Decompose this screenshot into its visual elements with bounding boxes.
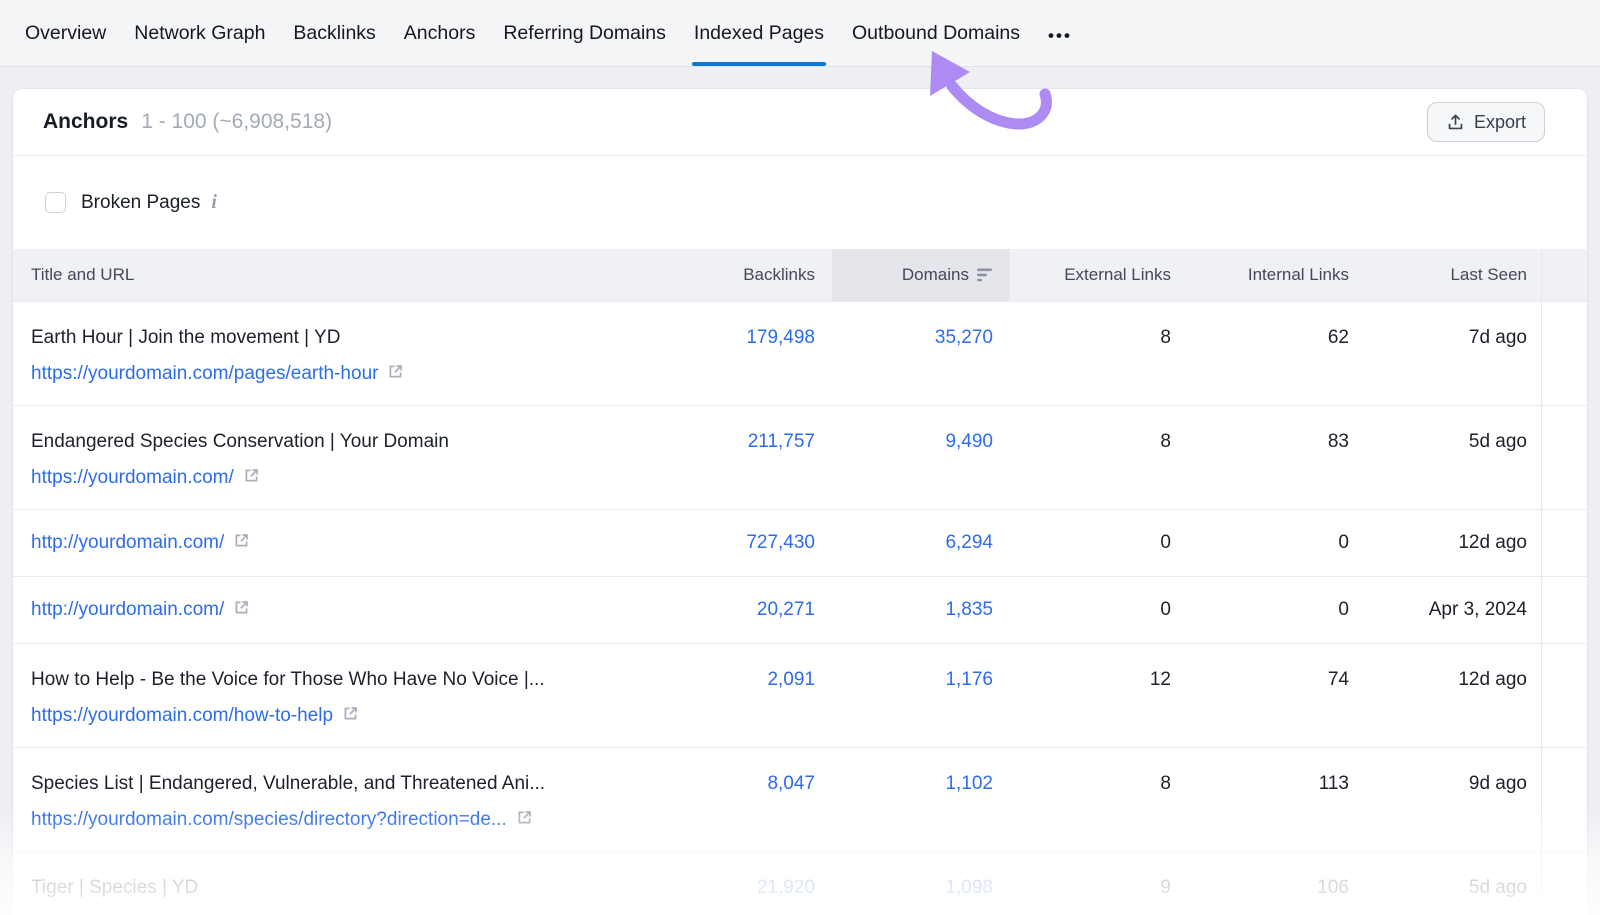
domains-count-link[interactable]: 1,102 xyxy=(945,773,993,794)
external-link-icon[interactable] xyxy=(516,809,533,831)
external-link-icon[interactable] xyxy=(233,532,250,554)
external-links-count: 12 xyxy=(1010,667,1188,693)
tab-outbound-domains[interactable]: Outbound Domains xyxy=(838,0,1034,66)
table-header-row: Title and URL Backlinks Domains External… xyxy=(13,249,1587,301)
external-links-count: 0 xyxy=(1010,530,1188,556)
tab-overview[interactable]: Overview xyxy=(11,0,120,66)
internal-links-count: 74 xyxy=(1188,667,1366,693)
external-links-count: 9 xyxy=(1010,875,1188,901)
tab-backlinks[interactable]: Backlinks xyxy=(279,0,389,66)
tab-referring-domains[interactable]: Referring Domains xyxy=(489,0,680,66)
tab-anchors[interactable]: Anchors xyxy=(390,0,490,66)
page-url-link[interactable]: https://yourdomain.com/ xyxy=(31,465,234,491)
column-header-domains-label: Domains xyxy=(902,265,969,285)
internal-links-count: 113 xyxy=(1188,771,1366,797)
external-link-icon[interactable] xyxy=(233,599,250,621)
domains-count-link[interactable]: 9,490 xyxy=(945,431,993,452)
page-url-link[interactable]: https://yourdomain.com/pages/earth-hour xyxy=(31,361,378,387)
external-link-icon[interactable] xyxy=(387,363,404,385)
tab-network-graph[interactable]: Network Graph xyxy=(120,0,279,66)
last-seen-value: 7d ago xyxy=(1366,325,1544,351)
table-row: Tiger | Species | YD 21,920 1,098 9 106 … xyxy=(13,851,1587,915)
backlinks-count-link[interactable]: 211,757 xyxy=(748,431,815,452)
domains-count-link[interactable]: 1,176 xyxy=(945,669,993,690)
column-header-external-links[interactable]: External Links xyxy=(1010,249,1188,301)
tab-indexed-pages[interactable]: Indexed Pages xyxy=(680,0,838,66)
domains-count-link[interactable]: 35,270 xyxy=(935,327,993,348)
page-title-text: How to Help - Be the Voice for Those Who… xyxy=(31,667,672,693)
page-title-text: Earth Hour | Join the movement | YD xyxy=(31,325,672,351)
page-title-text: Tiger | Species | YD xyxy=(31,875,672,901)
backlinks-count-link[interactable]: 8,047 xyxy=(767,773,815,794)
last-seen-value: 12d ago xyxy=(1366,530,1544,556)
more-tabs-button[interactable]: ••• xyxy=(1034,0,1086,66)
column-header-backlinks[interactable]: Backlinks xyxy=(692,249,832,301)
external-links-count: 8 xyxy=(1010,429,1188,455)
last-seen-value: 5d ago xyxy=(1366,875,1544,901)
export-button[interactable]: Export xyxy=(1427,102,1545,142)
results-table: Title and URL Backlinks Domains External… xyxy=(13,249,1587,915)
scrollbar-track[interactable] xyxy=(1541,249,1542,915)
panel-header: Anchors 1 - 100 (~6,908,518) Export xyxy=(13,89,1587,156)
external-links-count: 8 xyxy=(1010,771,1188,797)
panel-title: Anchors xyxy=(43,110,128,134)
column-header-last-seen[interactable]: Last Seen xyxy=(1366,249,1544,301)
domains-count-link[interactable]: 6,294 xyxy=(945,532,993,553)
last-seen-value: 5d ago xyxy=(1366,429,1544,455)
export-button-label: Export xyxy=(1474,112,1526,133)
internal-links-count: 0 xyxy=(1188,597,1366,623)
page-title-text: Endangered Species Conservation | Your D… xyxy=(31,429,672,455)
internal-links-count: 0 xyxy=(1188,530,1366,556)
top-navigation: Overview Network Graph Backlinks Anchors… xyxy=(0,0,1600,67)
export-upload-icon xyxy=(1446,113,1465,132)
external-link-icon[interactable] xyxy=(342,705,359,727)
last-seen-value: Apr 3, 2024 xyxy=(1366,597,1544,623)
page-url-link[interactable]: https://yourdomain.com/how-to-help xyxy=(31,703,333,729)
internal-links-count: 83 xyxy=(1188,429,1366,455)
page-url-link[interactable]: http://yourdomain.com/ xyxy=(31,597,224,623)
column-header-domains[interactable]: Domains xyxy=(832,249,1010,301)
column-header-internal-links[interactable]: Internal Links xyxy=(1188,249,1366,301)
external-links-count: 0 xyxy=(1010,597,1188,623)
internal-links-count: 106 xyxy=(1188,875,1366,901)
domains-count-link[interactable]: 1,835 xyxy=(945,599,993,620)
column-header-title-and-url[interactable]: Title and URL xyxy=(13,249,692,301)
anchors-panel: Anchors 1 - 100 (~6,908,518) Export Brok… xyxy=(12,88,1588,915)
filter-row: Broken Pages i xyxy=(13,156,1587,249)
info-icon[interactable]: i xyxy=(211,191,217,214)
page-url-link[interactable]: http://yourdomain.com/ xyxy=(31,530,224,556)
broken-pages-label: Broken Pages xyxy=(81,192,200,214)
sort-descending-icon xyxy=(977,268,993,282)
external-links-count: 8 xyxy=(1010,325,1188,351)
backlinks-count-link[interactable]: 727,430 xyxy=(746,532,815,553)
table-row: http://yourdomain.com/ 727,430 6,294 0 0… xyxy=(13,509,1587,576)
table-row: How to Help - Be the Voice for Those Who… xyxy=(13,643,1587,747)
page-title-text: Species List | Endangered, Vulnerable, a… xyxy=(31,771,672,797)
backlinks-count-link[interactable]: 179,498 xyxy=(746,327,815,348)
result-range: 1 - 100 (~6,908,518) xyxy=(141,110,332,134)
domains-count-link[interactable]: 1,098 xyxy=(945,877,993,898)
backlinks-count-link[interactable]: 2,091 xyxy=(767,669,815,690)
broken-pages-checkbox[interactable] xyxy=(45,192,66,213)
external-link-icon[interactable] xyxy=(243,467,260,489)
table-row: Species List | Endangered, Vulnerable, a… xyxy=(13,747,1587,851)
page-url-link[interactable]: https://yourdomain.com/species/directory… xyxy=(31,807,507,833)
table-row: Earth Hour | Join the movement | YD http… xyxy=(13,301,1587,405)
last-seen-value: 12d ago xyxy=(1366,667,1544,693)
backlinks-count-link[interactable]: 20,271 xyxy=(757,599,815,620)
table-row: Endangered Species Conservation | Your D… xyxy=(13,405,1587,509)
last-seen-value: 9d ago xyxy=(1366,771,1544,797)
internal-links-count: 62 xyxy=(1188,325,1366,351)
table-row: http://yourdomain.com/ 20,271 1,835 0 0 … xyxy=(13,576,1587,643)
backlinks-count-link[interactable]: 21,920 xyxy=(757,877,815,898)
